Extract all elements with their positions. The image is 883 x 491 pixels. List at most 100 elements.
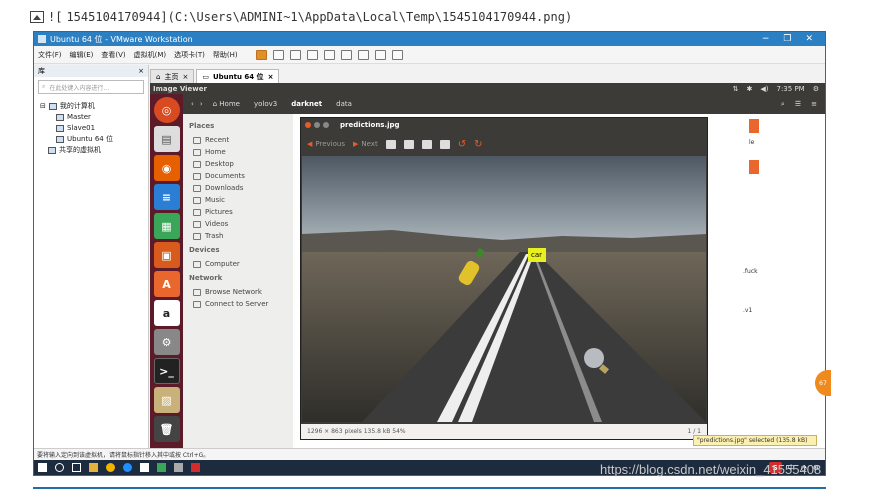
- tree-item-slave01[interactable]: Slave01: [40, 123, 142, 134]
- clock[interactable]: 7:35 PM: [777, 85, 805, 93]
- menu-view[interactable]: 查看(V): [101, 50, 125, 60]
- settings-gear-icon[interactable]: ⚙: [813, 85, 819, 93]
- ubuntu-dash-icon[interactable]: ◎: [153, 97, 180, 123]
- menu-file[interactable]: 文件(F): [38, 50, 62, 60]
- app-icon[interactable]: [140, 463, 149, 472]
- calc-icon[interactable]: ▦: [153, 213, 180, 239]
- home-icon: [193, 148, 201, 156]
- firefox-icon[interactable]: ◉: [153, 155, 180, 181]
- sidebar-item-downloads[interactable]: Downloads: [183, 182, 293, 194]
- impress-icon[interactable]: ▣: [153, 242, 180, 268]
- system-settings-icon[interactable]: ⚙: [153, 329, 180, 355]
- menu-vm[interactable]: 虚拟机(M): [134, 50, 167, 60]
- tree-item-master[interactable]: Master: [40, 112, 142, 123]
- tree-item-shared-vms[interactable]: 共享的虚拟机: [40, 145, 142, 156]
- sidebar-item-videos[interactable]: Videos: [183, 218, 293, 230]
- image-viewer-statusbar: 1296 × 863 pixels 135.8 kB 54% 1 / 1: [301, 424, 707, 439]
- breadcrumb-yolov3[interactable]: yolov3: [250, 98, 281, 110]
- zoom-in-button[interactable]: [385, 139, 396, 149]
- breadcrumb-home[interactable]: ⌂ Home: [209, 98, 244, 110]
- zoom-normal-button[interactable]: [421, 139, 432, 149]
- menu-edit[interactable]: 编辑(E): [70, 50, 94, 60]
- breadcrumb-data[interactable]: data: [332, 98, 356, 110]
- snapshot-button[interactable]: [289, 49, 301, 60]
- trash-icon[interactable]: 🗑: [153, 416, 180, 442]
- back-icon[interactable]: ‹: [191, 100, 194, 108]
- app-icon[interactable]: [191, 463, 200, 472]
- tab-close-icon[interactable]: ×: [268, 73, 274, 81]
- restore-icon[interactable]: ❐: [783, 34, 791, 44]
- library-title: 库: [38, 67, 45, 75]
- task-view-icon[interactable]: [72, 463, 81, 472]
- writer-icon[interactable]: ≡: [153, 184, 180, 210]
- markdown-text[interactable]: 1545104170944](C:\Users\ADMINI~1\AppData…: [66, 10, 572, 24]
- sidebar-item-connect-server[interactable]: Connect to Server: [183, 298, 293, 310]
- sidebar-item-documents[interactable]: Documents: [183, 170, 293, 182]
- next-button[interactable]: ▶ Next: [353, 140, 378, 148]
- previous-button[interactable]: ◀ Previous: [307, 140, 345, 148]
- library-close-icon[interactable]: ×: [138, 67, 144, 75]
- menu-help[interactable]: 帮助(H): [213, 50, 238, 60]
- clock-icon: [193, 136, 201, 144]
- explorer-icon[interactable]: [89, 463, 98, 472]
- home-icon: ⌂: [156, 72, 161, 81]
- pause-button[interactable]: [255, 49, 267, 60]
- list-view-icon[interactable]: ☰: [795, 100, 801, 109]
- library-toggle-button[interactable]: [340, 49, 352, 60]
- tab-close-icon[interactable]: ×: [182, 73, 188, 81]
- maximize-icon[interactable]: [323, 122, 329, 128]
- sidebar-item-pictures[interactable]: Pictures: [183, 206, 293, 218]
- windows-start-icon[interactable]: [38, 463, 47, 472]
- sidebar-item-home[interactable]: Home: [183, 146, 293, 158]
- menu-icon[interactable]: ≡: [811, 100, 817, 109]
- software-center-icon[interactable]: A: [153, 271, 180, 297]
- image-viewer-titlebar: predictions.jpg: [301, 118, 707, 132]
- snapshot-manager-button[interactable]: [323, 49, 335, 60]
- revert-snapshot-button[interactable]: [306, 49, 318, 60]
- minimize-icon[interactable]: [314, 122, 320, 128]
- chrome-icon[interactable]: [106, 463, 115, 472]
- file-icon[interactable]: [749, 119, 759, 133]
- tab-ubuntu[interactable]: ▭ Ubuntu 64 位 ×: [196, 69, 280, 83]
- tree-item-ubuntu[interactable]: Ubuntu 64 位: [40, 134, 142, 145]
- volume-icon[interactable]: ◀): [760, 85, 768, 93]
- console-view-button[interactable]: [391, 49, 403, 60]
- breadcrumb-darknet[interactable]: darknet: [287, 98, 326, 110]
- files-icon[interactable]: ▤: [153, 126, 180, 152]
- edge-icon[interactable]: [123, 463, 132, 472]
- file-icon[interactable]: [749, 160, 759, 174]
- drive-icon: [193, 260, 201, 268]
- tree-item-my-computer[interactable]: ⊟ 我的计算机: [40, 101, 142, 112]
- minimize-icon[interactable]: −: [762, 34, 770, 44]
- keyboard-icon[interactable]: ⇅: [733, 85, 739, 93]
- zoom-out-button[interactable]: [403, 139, 414, 149]
- sidebar-item-trash[interactable]: Trash: [183, 230, 293, 242]
- terminal-icon[interactable]: >_: [153, 358, 180, 384]
- sidebar-item-desktop[interactable]: Desktop: [183, 158, 293, 170]
- tab-home[interactable]: ⌂ 主页 ×: [150, 69, 195, 83]
- send-ctrl-alt-del-button[interactable]: [272, 49, 284, 60]
- close-icon[interactable]: ✕: [805, 34, 813, 44]
- best-fit-button[interactable]: [439, 139, 450, 149]
- menu-tabs[interactable]: 选项卡(T): [174, 50, 205, 60]
- image-viewer-icon[interactable]: ▨: [153, 387, 180, 413]
- rotate-left-icon[interactable]: ↺: [458, 139, 466, 150]
- devices-heading: Devices: [189, 246, 220, 254]
- app-icon[interactable]: [174, 463, 183, 472]
- close-icon[interactable]: [305, 122, 311, 128]
- prediction-image[interactable]: car: [302, 156, 706, 422]
- sidebar-item-browse-network[interactable]: Browse Network: [183, 286, 293, 298]
- bluetooth-icon[interactable]: ✱: [747, 85, 753, 93]
- library-search-input[interactable]: ⌕ 在此处键入内容进行...: [38, 80, 144, 94]
- search-icon[interactable]: ⌕: [781, 100, 785, 109]
- cortana-icon[interactable]: [55, 463, 64, 472]
- rotate-right-icon[interactable]: ↻: [474, 139, 482, 150]
- unity-button[interactable]: [374, 49, 386, 60]
- forward-icon[interactable]: ›: [200, 100, 203, 108]
- fullscreen-button[interactable]: [357, 49, 369, 60]
- sidebar-item-recent[interactable]: Recent: [183, 134, 293, 146]
- app-icon[interactable]: [157, 463, 166, 472]
- sidebar-item-music[interactable]: Music: [183, 194, 293, 206]
- amazon-icon[interactable]: a: [153, 300, 180, 326]
- sidebar-item-computer[interactable]: Computer: [183, 258, 293, 270]
